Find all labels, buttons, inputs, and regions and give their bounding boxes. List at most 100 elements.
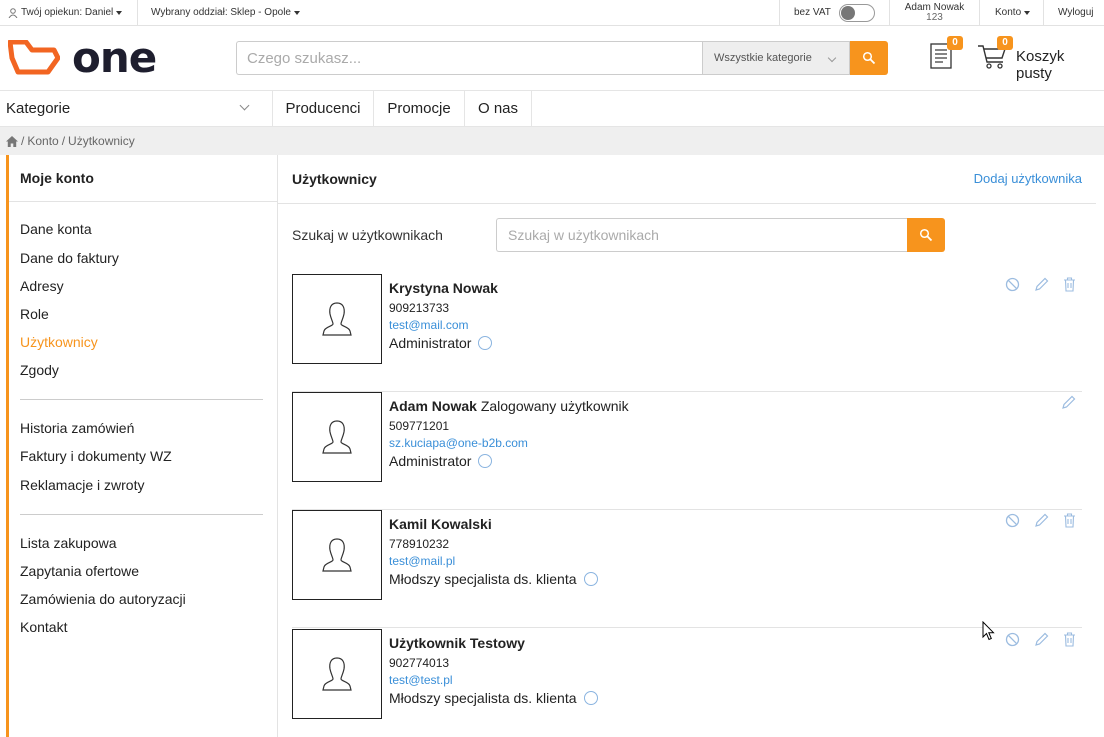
- divider: [20, 399, 263, 400]
- vat-label: bez VAT: [794, 7, 831, 18]
- avatar: [292, 510, 382, 600]
- user-role-text: Administrator: [389, 453, 472, 469]
- user-phone: 909213733: [389, 301, 450, 315]
- logo-mark-icon: [8, 40, 60, 75]
- user-email[interactable]: test@test.pl: [389, 673, 453, 687]
- sidebar-item-faktury[interactable]: Faktury i dokumenty WZ: [20, 448, 172, 464]
- header: one Wszystkie kategorie 0 0 Koszyk pus: [0, 26, 1104, 90]
- account-label: Konto: [995, 7, 1022, 18]
- info-icon[interactable]: [583, 691, 598, 705]
- sidebar-item-uzytkownicy[interactable]: Użytkownicy: [20, 334, 98, 350]
- sidebar-item-zgody[interactable]: Zgody: [20, 362, 59, 378]
- user-email[interactable]: test@mail.com: [389, 318, 469, 332]
- user-search-bar: [496, 218, 945, 252]
- divider: [9, 201, 277, 202]
- user-icon: [8, 7, 18, 18]
- logout-link[interactable]: Wyloguj: [1058, 0, 1093, 25]
- mouse-cursor-icon: [982, 621, 995, 641]
- sidebar-item-adresy[interactable]: Adresy: [20, 278, 64, 294]
- logo[interactable]: one: [8, 33, 157, 82]
- user-search-button[interactable]: [907, 218, 945, 252]
- account-dropdown[interactable]: Konto: [995, 0, 1031, 25]
- sidebar-item-reklamacje[interactable]: Reklamacje i zwroty: [20, 477, 144, 493]
- nav-link-promocje[interactable]: Promocje: [374, 91, 465, 126]
- person-silhouette-icon: [322, 302, 352, 336]
- documents-button[interactable]: 0: [929, 36, 963, 75]
- cart-button[interactable]: 0: [977, 36, 1013, 75]
- branch-label: Wybrany oddział: Sklep - Opole: [151, 7, 291, 18]
- pencil-icon[interactable]: [1034, 632, 1049, 647]
- breadcrumb: / Konto / Użytkownicy: [0, 127, 1104, 155]
- user-name: Adam Nowak Zalogowany użytkownik: [389, 398, 629, 414]
- user-role: Administrator: [389, 335, 493, 351]
- chevron-down-icon: [239, 100, 250, 111]
- logo-text: one: [72, 33, 157, 82]
- caretaker-label: Twój opiekun: Daniel: [21, 7, 114, 18]
- main-nav: Kategorie Producenci Promocje O nas: [0, 90, 1104, 127]
- nav-link-o-nas[interactable]: O nas: [465, 91, 532, 126]
- sidebar-item-dane-konta[interactable]: Dane konta: [20, 221, 92, 237]
- users-panel: Użytkownicy Dodaj użytkownika Szukaj w u…: [278, 155, 1096, 737]
- user-actions: [1005, 513, 1076, 528]
- user-name: Kamil Kowalski: [389, 516, 492, 532]
- block-icon[interactable]: [1005, 277, 1020, 292]
- nav-link-producenci[interactable]: Producenci: [273, 91, 374, 126]
- user-box[interactable]: Adam Nowak 123: [890, 0, 979, 25]
- user-note: Zalogowany użytkownik: [480, 398, 629, 414]
- category-select[interactable]: Wszystkie kategorie: [702, 41, 850, 75]
- user-row: Krystyna Nowak 909213733 test@mail.com A…: [292, 274, 1082, 392]
- vat-toggle[interactable]: [838, 3, 875, 22]
- trash-icon[interactable]: [1063, 632, 1076, 647]
- user-email[interactable]: test@mail.pl: [389, 554, 455, 568]
- pencil-icon[interactable]: [1061, 395, 1076, 410]
- filter-label: Szukaj w użytkownikach: [292, 227, 443, 243]
- sidebar-item-zamowienia-do-autoryzacji[interactable]: Zamówienia do autoryzacji: [20, 591, 186, 607]
- info-icon[interactable]: [478, 454, 493, 468]
- search-bar: Wszystkie kategorie: [236, 41, 888, 75]
- user-email[interactable]: sz.kuciapa@one-b2b.com: [389, 436, 528, 450]
- divider: [278, 203, 1096, 204]
- branch-dropdown[interactable]: Wybrany oddział: Sklep - Opole: [151, 0, 300, 25]
- user-name: Adam Nowak: [904, 1, 965, 13]
- breadcrumb-item-konto[interactable]: Konto: [27, 134, 58, 148]
- user-search-input[interactable]: [496, 218, 907, 252]
- person-silhouette-icon: [322, 538, 352, 572]
- sidebar-item-lista-zakupowa[interactable]: Lista zakupowa: [20, 535, 117, 551]
- cart-label[interactable]: Koszyk pusty: [1016, 48, 1104, 82]
- categories-dropdown[interactable]: Kategorie: [0, 91, 273, 126]
- search-input[interactable]: [236, 41, 702, 75]
- caret-down-icon: [293, 10, 300, 15]
- breadcrumb-separator: /: [61, 134, 66, 148]
- pencil-icon[interactable]: [1034, 277, 1049, 292]
- block-icon[interactable]: [1005, 632, 1020, 647]
- user-phone: 509771201: [389, 419, 450, 433]
- info-icon[interactable]: [478, 336, 493, 350]
- divider: [979, 0, 980, 25]
- user-role: Młodszy specjalista ds. klienta: [389, 690, 598, 706]
- user-role: Młodszy specjalista ds. klienta: [389, 571, 598, 587]
- user-id: 123: [926, 11, 943, 23]
- sidebar-item-role[interactable]: Role: [20, 306, 49, 322]
- chevron-down-icon: [827, 53, 837, 63]
- sidebar-item-dane-do-faktury[interactable]: Dane do faktury: [20, 250, 119, 266]
- sidebar-item-zapytania-ofertowe[interactable]: Zapytania ofertowe: [20, 563, 139, 579]
- trash-icon[interactable]: [1063, 513, 1076, 528]
- user-role: Administrator: [389, 453, 493, 469]
- caret-down-icon: [116, 10, 123, 15]
- info-icon[interactable]: [583, 572, 598, 586]
- trash-icon[interactable]: [1063, 277, 1076, 292]
- vat-switch[interactable]: bez VAT: [794, 0, 875, 25]
- sidebar-item-historia-zamowien[interactable]: Historia zamówień: [20, 420, 134, 436]
- home-icon[interactable]: [6, 135, 18, 147]
- account-sidebar: Moje konto Dane konta Dane do faktury Ad…: [6, 155, 278, 737]
- block-icon[interactable]: [1005, 513, 1020, 528]
- user-actions: [1061, 395, 1076, 410]
- breadcrumb-separator: /: [21, 134, 25, 148]
- user-name: Krystyna Nowak: [389, 280, 498, 296]
- sidebar-item-kontakt[interactable]: Kontakt: [20, 619, 67, 635]
- caretaker-dropdown[interactable]: Twój opiekun: Daniel: [8, 0, 123, 25]
- pencil-icon[interactable]: [1034, 513, 1049, 528]
- search-button[interactable]: [850, 41, 888, 75]
- add-user-link[interactable]: Dodaj użytkownika: [974, 171, 1082, 186]
- user-row: Adam Nowak Zalogowany użytkownik 5097712…: [292, 392, 1082, 510]
